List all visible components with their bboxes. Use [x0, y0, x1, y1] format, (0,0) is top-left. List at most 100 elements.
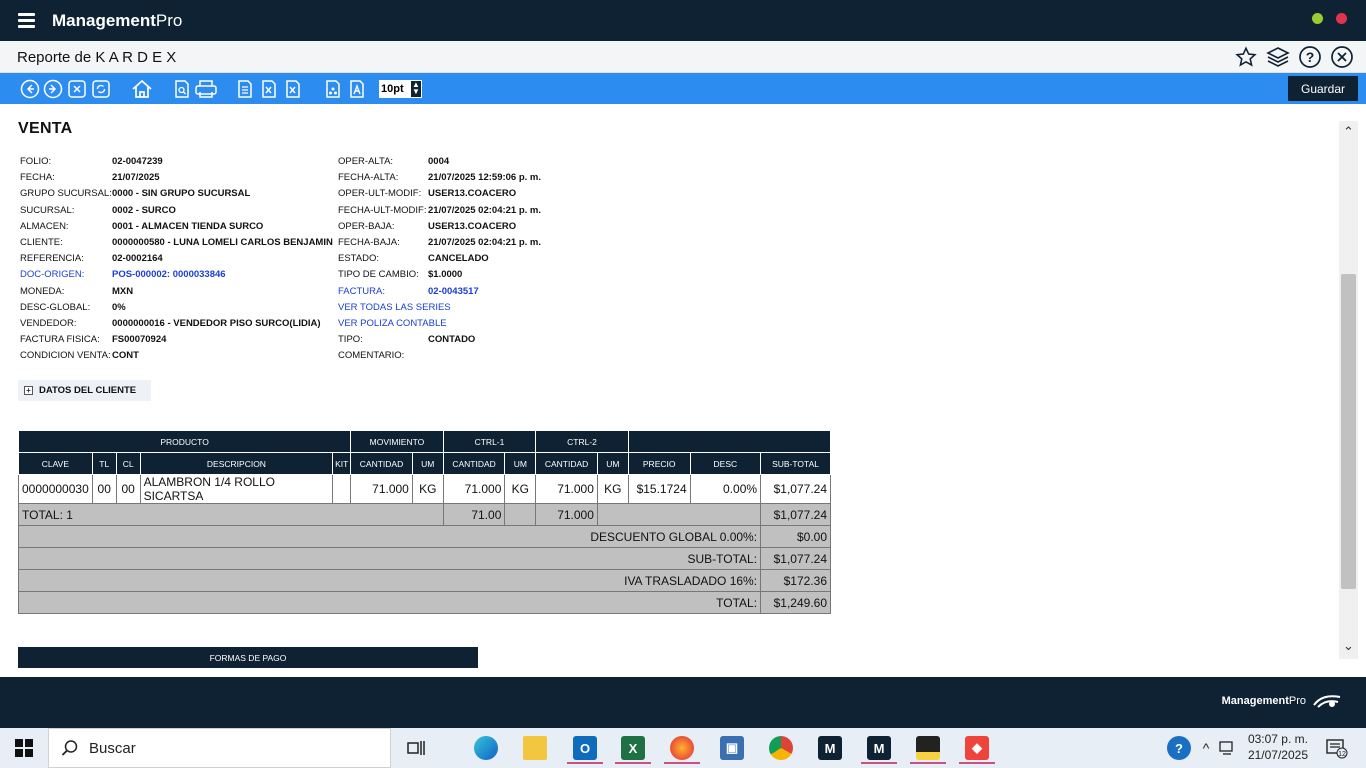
task-view-icon[interactable] — [394, 732, 438, 764]
summary-label: TOTAL: — [17, 591, 762, 614]
file-explorer-icon[interactable] — [513, 732, 557, 764]
refresh-icon[interactable] — [90, 78, 112, 100]
system-clock[interactable]: 03:07 p. m. 21/07/2025 — [1248, 731, 1308, 763]
cell-descripcion: ALAMBRON 1/4 ROLLO SICARTSA — [139, 474, 334, 504]
column-header: KIT — [332, 452, 352, 475]
menu-icon[interactable] — [18, 13, 35, 28]
field-label: TIPO: — [338, 334, 363, 346]
column-header: UM — [596, 452, 629, 475]
close-window-button[interactable] — [1336, 13, 1347, 24]
network-icon[interactable] — [1216, 732, 1240, 764]
cell-ctrl2-um: KG — [596, 474, 629, 504]
remote-desktop-icon[interactable]: ▣ — [710, 732, 754, 764]
firefox-icon[interactable] — [660, 732, 704, 764]
print-icon[interactable] — [193, 78, 219, 100]
field-value: CONT — [112, 350, 139, 362]
column-header: TL — [91, 452, 117, 475]
field-label: CONDICION VENTA: — [20, 350, 111, 362]
field-value: 21/07/2025 02:04:21 p. m. — [428, 237, 542, 248]
total-ctrl1: 71.00 — [442, 503, 506, 526]
field-value: USER13.COACERO — [428, 220, 517, 232]
column-header: CANTIDAD — [350, 452, 413, 475]
total-subtotal: $1,077.24 — [760, 503, 831, 526]
outlook-icon[interactable]: O — [563, 732, 607, 764]
excel-icon[interactable]: X — [611, 732, 655, 764]
save-button[interactable]: Guardar — [1288, 76, 1358, 101]
back-icon[interactable] — [19, 78, 41, 100]
field-label: CLIENTE: — [20, 237, 63, 248]
summary-label: SUB-TOTAL: — [17, 547, 762, 570]
sticky-notes-icon[interactable] — [906, 732, 950, 764]
favorite-star-icon[interactable] — [1234, 45, 1258, 69]
preview-icon[interactable] — [171, 78, 193, 100]
field-value: 0000000580 - LUNA LOMELI CARLOS BENJAMIN — [112, 237, 333, 248]
report-content: VENTA FOLIO: 02-0047239 FECHA: 21/07/2025 GR… — [10, 113, 1338, 668]
summary-value: $0.00 — [760, 525, 831, 548]
taskbar-search[interactable]: Buscar — [48, 728, 391, 768]
font-size-value[interactable]: 10pt — [379, 80, 410, 98]
layers-icon[interactable] — [1266, 45, 1290, 69]
minimize-button[interactable] — [1312, 13, 1323, 24]
client-data-toggle[interactable]: + DATOS DEL CLIENTE — [18, 380, 151, 401]
scrollbar-thumb[interactable] — [1341, 274, 1356, 589]
app-header: ManagementPro — [0, 0, 1366, 41]
close-icon[interactable] — [1330, 45, 1354, 69]
field-value: 0002 - SURCO — [112, 204, 176, 216]
field-label: VENDEDOR: — [20, 318, 77, 329]
cell-tl: 00 — [91, 474, 117, 504]
anydesk-icon[interactable]: ◆ — [955, 732, 999, 764]
summary-row: SUB-TOTAL: $1,077.24 — [17, 547, 831, 570]
notifications-icon[interactable]: 12 — [1318, 732, 1354, 764]
payment-methods-header[interactable]: FORMAS DE PAGO — [18, 647, 478, 668]
scroll-up-icon[interactable]: ⌃ — [1341, 124, 1356, 140]
cell-precio: $15.1724 — [627, 474, 691, 504]
field-value: 02-0002164 — [112, 253, 163, 265]
search-placeholder: Buscar — [89, 739, 136, 757]
field-link[interactable]: VER TODAS LAS SERIES — [338, 302, 451, 313]
help-tray-icon[interactable]: ? — [1162, 732, 1196, 764]
managementpro-icon[interactable]: M — [808, 732, 852, 764]
field-value-link[interactable]: 02-0043517 — [428, 286, 479, 297]
field-label: OPER-BAJA: — [338, 220, 395, 232]
column-header: CANTIDAD — [535, 452, 598, 475]
font-icon[interactable] — [346, 78, 368, 100]
chevron-up-icon[interactable]: ^ — [1196, 732, 1216, 764]
forward-icon[interactable] — [42, 78, 64, 100]
help-icon[interactable]: ? — [1298, 45, 1322, 69]
column-header: DESC — [689, 452, 762, 475]
total-empty — [504, 503, 537, 526]
clock-time: 03:07 p. m. — [1247, 732, 1308, 746]
home-icon[interactable] — [129, 78, 155, 100]
cell-desc: 0.00% — [689, 474, 762, 504]
document-icon[interactable] — [234, 78, 256, 100]
field-value-link[interactable]: POS-000002: 0000033846 — [112, 269, 226, 280]
page-title: Reporte de K A R D E X — [17, 49, 177, 66]
scroll-down-icon[interactable]: ⌄ — [1341, 638, 1356, 654]
chrome-icon[interactable] — [759, 732, 803, 764]
group-header: CTRL-1 — [442, 430, 537, 453]
excel-export-icon[interactable] — [258, 78, 280, 100]
excel-data-icon[interactable] — [282, 78, 304, 100]
edge-icon[interactable] — [464, 732, 508, 764]
field-label: TIPO DE CAMBIO: — [338, 269, 419, 281]
start-button[interactable] — [0, 728, 48, 768]
group-header: PRODUCTO — [17, 430, 352, 453]
pdf-icon[interactable] — [322, 78, 344, 100]
app-footer: ManagementPro — [0, 677, 1366, 728]
column-header: SUB-TOTAL — [760, 452, 831, 475]
font-size-stepper[interactable]: 10pt ▲ ▼ — [379, 80, 422, 98]
managementpro-active-icon[interactable]: M — [857, 732, 901, 764]
field-link[interactable]: VER POLIZA CONTABLE — [338, 318, 447, 329]
field-value: CONTADO — [428, 334, 476, 346]
cancel-icon[interactable] — [66, 78, 88, 100]
total-label: TOTAL: 1 — [18, 503, 444, 526]
font-size-spin-icon[interactable]: ▲ ▼ — [410, 80, 422, 98]
expand-plus-icon[interactable]: + — [24, 386, 33, 395]
section-title: VENTA — [18, 120, 73, 137]
field-label: OPER-ALTA: — [338, 156, 394, 167]
clock-date: 21/07/2025 — [1247, 748, 1308, 762]
summary-value: $1,249.60 — [760, 591, 831, 614]
field-label: FOLIO: — [20, 156, 52, 167]
summary-row: DESCUENTO GLOBAL 0.00%: $0.00 — [17, 525, 831, 548]
table-row[interactable]: 0000000030 00 00 ALAMBRON 1/4 ROLLO SICA… — [18, 474, 831, 504]
